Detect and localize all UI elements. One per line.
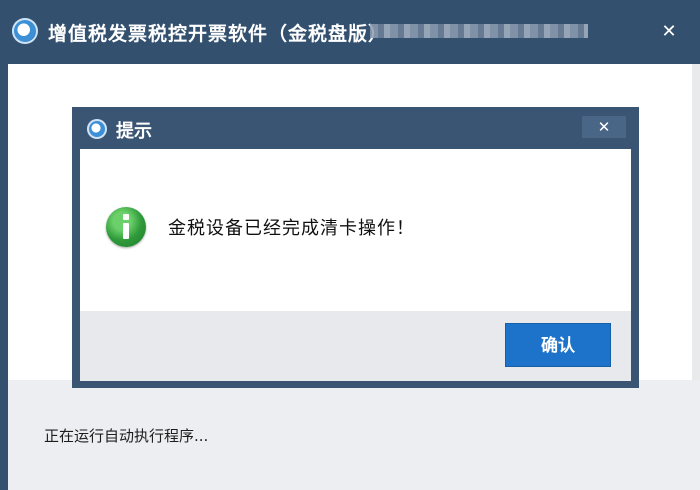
confirm-button[interactable]: 确认	[505, 323, 611, 367]
blurred-title-suffix	[370, 24, 588, 38]
dialog-footer: 确认	[80, 311, 631, 381]
dialog-title: 提示	[116, 121, 152, 142]
app-logo-icon	[12, 18, 38, 44]
main-titlebar: 增值税发票税控开票软件（金税盘版） ✕	[0, 0, 700, 64]
dialog-message: 金税设备已经完成清卡操作！	[168, 218, 415, 239]
prompt-dialog: 提示 ✕ 金税设备已经完成清卡操作！ 确认	[72, 107, 639, 388]
dialog-close-button[interactable]: ✕	[582, 116, 626, 138]
dialog-logo-icon	[87, 119, 107, 139]
dialog-titlebar[interactable]: 提示 ✕	[72, 107, 639, 149]
status-text: 正在运行自动执行程序...	[44, 427, 209, 445]
dialog-body: 金税设备已经完成清卡操作！	[80, 149, 631, 311]
main-window-title: 增值税发票税控开票软件（金税盘版）	[48, 23, 389, 45]
main-close-icon[interactable]: ✕	[650, 18, 688, 46]
window-left-border	[0, 64, 8, 490]
info-icon	[106, 207, 146, 247]
